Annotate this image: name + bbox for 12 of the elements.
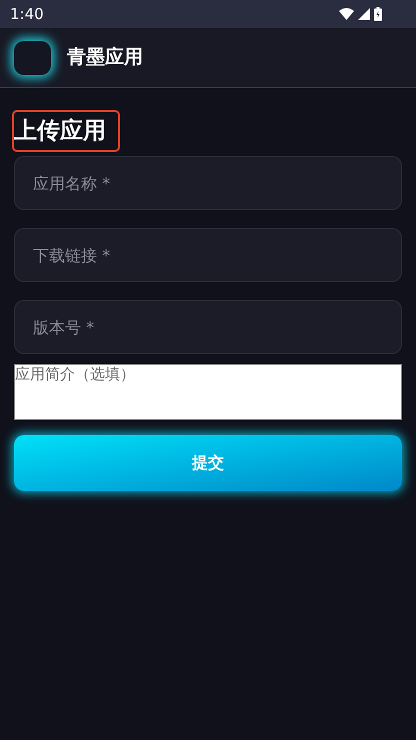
submit-button[interactable]: 提交 (14, 435, 402, 491)
signal-icon (358, 8, 370, 20)
input-field[interactable]: 下载链接 * (14, 228, 402, 282)
page-title: 上传应用 (12, 110, 120, 152)
wifi-icon (339, 8, 354, 20)
status-time: 1:40 (10, 4, 44, 25)
description-field[interactable]: 应用简介（选填） (14, 364, 402, 420)
battery-icon (374, 7, 382, 21)
app-title: 青墨应用 (67, 45, 143, 70)
input-field[interactable]: 版本号 * (14, 300, 402, 354)
input-field[interactable]: 应用名称 * (14, 156, 402, 210)
app-logo-icon (14, 40, 51, 74)
